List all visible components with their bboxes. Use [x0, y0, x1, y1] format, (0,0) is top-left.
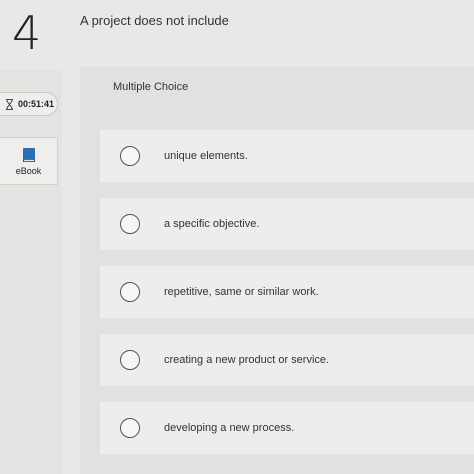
book-icon: [22, 147, 35, 162]
question-type-label: Multiple Choice: [113, 81, 189, 93]
answer-option-text: unique elements.: [164, 150, 248, 162]
answer-option-2[interactable]: a specific objective.: [100, 198, 474, 250]
radio-button[interactable]: [120, 146, 140, 166]
hourglass-icon: [5, 98, 14, 110]
answer-option-3[interactable]: repetitive, same or similar work.: [100, 266, 474, 318]
answer-option-4[interactable]: creating a new product or service.: [100, 334, 474, 386]
ebook-label: eBook: [15, 165, 42, 176]
question-prompt: A project does not include: [80, 13, 229, 28]
radio-button[interactable]: [120, 418, 140, 438]
timer[interactable]: 00:51:41: [0, 92, 58, 116]
ebook-button[interactable]: eBook: [0, 137, 58, 185]
answer-option-text: a specific objective.: [164, 218, 260, 230]
question-number: 4: [12, 6, 41, 60]
radio-button[interactable]: [120, 350, 140, 370]
radio-button[interactable]: [120, 282, 140, 302]
answer-option-text: creating a new product or service.: [164, 354, 330, 366]
left-rail: [0, 70, 62, 474]
answer-option-text: repetitive, same or similar work.: [164, 286, 319, 298]
answer-option-5[interactable]: developing a new process.: [100, 402, 474, 454]
answer-option-1[interactable]: unique elements.: [100, 130, 474, 182]
radio-button[interactable]: [120, 214, 140, 234]
answer-option-text: developing a new process.: [164, 422, 295, 434]
timer-value: 00:51:41: [18, 99, 55, 109]
